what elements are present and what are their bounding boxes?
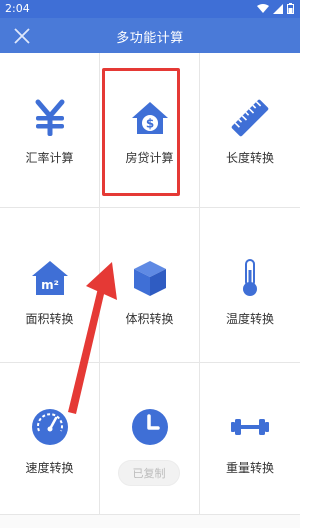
page-title: 多功能计算	[116, 31, 184, 46]
tile-label: 汇率计算	[25, 151, 74, 165]
copied-toast: 已复制	[118, 460, 180, 486]
thermometer-icon	[243, 259, 257, 296]
bottom-strip	[0, 515, 300, 528]
status-icons	[257, 3, 294, 14]
battery-icon	[287, 3, 294, 14]
tile-label: 温度转换	[225, 312, 274, 326]
signal-icon	[273, 3, 283, 14]
area-m2-icon: m²	[31, 261, 68, 295]
tile-exchange-rate[interactable]: 汇率计算	[0, 53, 100, 208]
tile-area[interactable]: m² 面积转换	[0, 208, 100, 363]
tile-label: 体积转换	[125, 312, 174, 326]
ruler-icon	[231, 99, 269, 137]
area-icon-text: m²	[41, 278, 59, 292]
cube-icon	[133, 261, 166, 296]
tile-label: 长度转换	[225, 151, 274, 165]
tile-length[interactable]: 长度转换	[200, 53, 300, 208]
tile-weight[interactable]: 重量转换	[200, 363, 300, 515]
app-bar: 多功能计算	[0, 18, 300, 53]
tile-time[interactable]	[100, 363, 200, 515]
tile-label: 重量转换	[225, 461, 274, 475]
clock-icon	[131, 409, 168, 445]
annotation-highlight-box	[102, 68, 180, 196]
tile-label: 面积转换	[25, 312, 74, 326]
yen-icon	[35, 99, 64, 136]
tile-temperature[interactable]: 温度转换	[200, 208, 300, 363]
status-time: 2:04	[5, 2, 30, 15]
tile-speed[interactable]: 速度转换	[0, 363, 100, 515]
dumbbell-icon	[231, 419, 269, 435]
speedometer-icon	[31, 409, 68, 445]
wifi-icon	[257, 3, 269, 13]
tile-volume[interactable]: 体积转换	[100, 208, 200, 363]
status-bar: 2:04	[0, 0, 300, 18]
tile-label: 速度转换	[25, 461, 74, 475]
